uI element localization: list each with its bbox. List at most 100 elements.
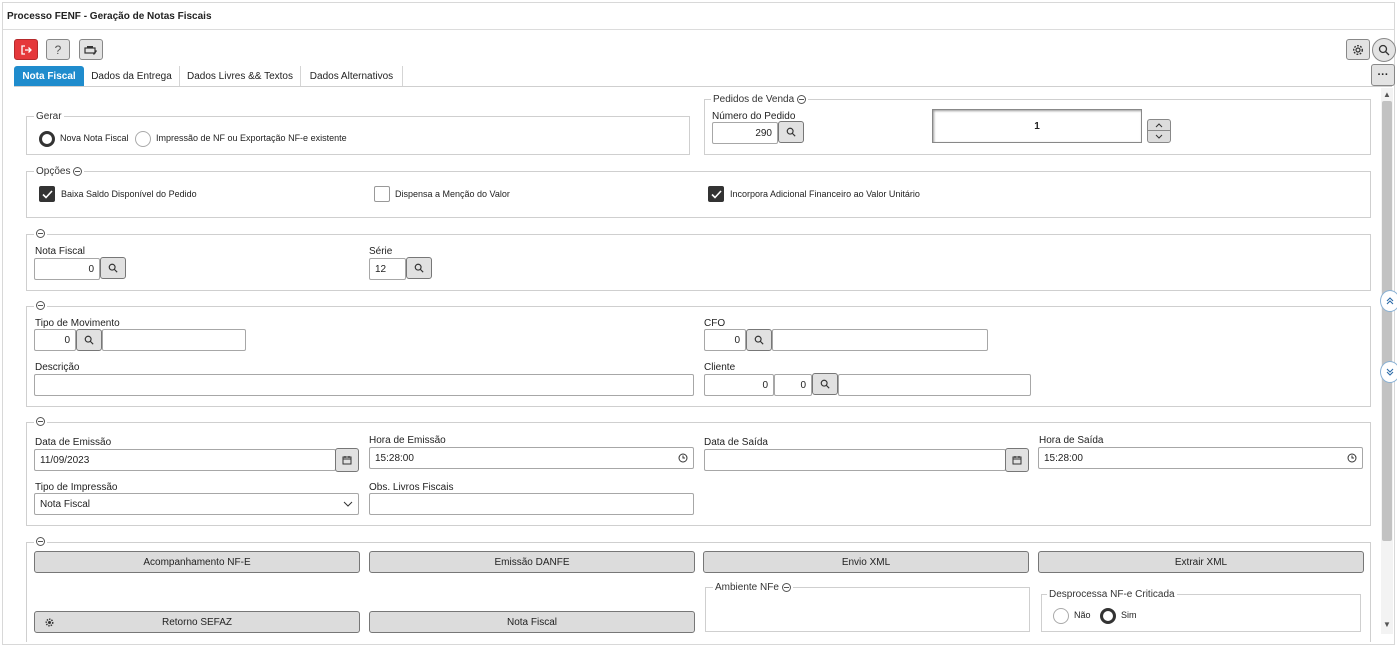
retorno-sefaz-button[interactable]: Retorno SEFAZ xyxy=(34,611,360,633)
hora-saida-input[interactable]: 15:28:00 xyxy=(1038,447,1363,469)
exit-button[interactable] xyxy=(14,39,38,60)
more-button[interactable]: ··· xyxy=(1371,64,1395,86)
pedidos-count-field[interactable]: 1 xyxy=(932,109,1142,143)
serie-input[interactable]: 12 xyxy=(369,258,406,280)
radio-desprocessa-nao[interactable] xyxy=(1053,608,1069,624)
collapse-acoes-icon[interactable] xyxy=(36,537,45,546)
settings-button[interactable] xyxy=(1346,39,1370,60)
tipo-movimento-search-button[interactable] xyxy=(76,329,102,351)
pedidos-spinner[interactable] xyxy=(1147,119,1171,143)
hora-emissao-label: Hora de Emissão xyxy=(369,435,446,446)
tipo-impressao-value: Nota Fiscal xyxy=(40,498,91,510)
pedidos-legend-text: Pedidos de Venda xyxy=(713,94,795,105)
obs-livros-label: Obs. Livros Fiscais xyxy=(369,482,454,493)
collapse-datas-icon[interactable] xyxy=(36,417,45,426)
chevron-down-icon xyxy=(1155,134,1163,139)
calendar-icon xyxy=(342,456,352,465)
hora-saida-label: Hora de Saída xyxy=(1039,435,1104,446)
cliente-code-input[interactable]: 0 xyxy=(704,374,774,396)
clock-icon xyxy=(678,453,688,463)
obs-livros-input[interactable] xyxy=(369,493,694,515)
scroll-down-icon[interactable]: ▼ xyxy=(1383,620,1391,629)
tipo-movimento-description[interactable] xyxy=(102,329,246,351)
numero-pedido-search-button[interactable] xyxy=(778,121,804,143)
cliente-search-button[interactable] xyxy=(812,373,838,395)
checkbox-incorpora-adicional[interactable] xyxy=(708,186,724,202)
tipo-movimento-label: Tipo de Movimento xyxy=(35,318,120,329)
ambiente-legend-text: Ambiente NFe xyxy=(715,582,779,593)
pedidos-legend: Pedidos de Venda xyxy=(711,94,809,105)
double-chevron-up-icon xyxy=(1386,297,1394,305)
radio-nova-nota[interactable] xyxy=(39,131,55,147)
opcoes-legend-text: Opções xyxy=(36,166,71,177)
hora-emissao-input[interactable]: 15:28:00 xyxy=(369,447,694,469)
radio-desprocessa-sim[interactable] xyxy=(1100,608,1116,624)
opcoes-legend: Opções xyxy=(34,166,85,177)
chevron-down-icon xyxy=(343,501,353,507)
data-saida-calendar-button[interactable] xyxy=(1005,448,1029,472)
tab-dados-entrega[interactable]: Dados da Entrega xyxy=(84,66,180,87)
collapse-ambiente-icon[interactable] xyxy=(781,583,791,592)
help-button[interactable]: ? xyxy=(46,39,70,60)
scroll-up-icon[interactable]: ▲ xyxy=(1383,90,1391,99)
descricao-input[interactable] xyxy=(34,374,694,396)
print-button[interactable] xyxy=(79,39,103,60)
radio-desprocessa-nao-label: Não xyxy=(1074,610,1091,620)
nota-legend xyxy=(34,229,47,238)
collapse-nota-icon[interactable] xyxy=(36,229,45,238)
radio-impressao-nf[interactable] xyxy=(135,131,151,147)
search-icon xyxy=(84,335,94,345)
data-emissao-input[interactable]: 11/09/2023 xyxy=(34,449,336,471)
gerar-legend: Gerar xyxy=(34,111,64,122)
search-icon xyxy=(1378,44,1390,56)
collapse-movimento-icon[interactable] xyxy=(36,301,45,310)
spinner-up-button[interactable] xyxy=(1148,120,1170,131)
descricao-label: Descrição xyxy=(35,362,80,373)
tipo-movimento-input[interactable]: 0 xyxy=(34,329,76,351)
checkbox-incorpora-adicional-label: Incorpora Adicional Financeiro ao Valor … xyxy=(730,189,920,199)
nota-fiscal-input[interactable]: 0 xyxy=(34,258,100,280)
scrollbar-thumb[interactable] xyxy=(1382,101,1392,541)
acompanhamento-nfe-button[interactable]: Acompanhamento NF-E xyxy=(34,551,360,573)
extrair-xml-button[interactable]: Extrair XML xyxy=(1038,551,1364,573)
clock-icon xyxy=(1347,453,1357,463)
checkbox-dispensa-valor[interactable] xyxy=(374,186,390,202)
scroll-top-button[interactable] xyxy=(1380,290,1397,312)
search-icon xyxy=(820,379,830,389)
hora-saida-value: 15:28:00 xyxy=(1044,452,1083,464)
cliente-name[interactable] xyxy=(838,374,1031,396)
emissao-danfe-button[interactable]: Emissão DANFE xyxy=(369,551,695,573)
collapse-pedidos-icon[interactable] xyxy=(797,95,807,104)
radio-impressao-nf-label: Impressão de NF ou Exportação NF-e exist… xyxy=(156,133,347,143)
cfo-search-button[interactable] xyxy=(746,329,772,351)
tab-nota-fiscal[interactable]: Nota Fiscal xyxy=(14,66,84,87)
data-emissao-calendar-button[interactable] xyxy=(335,448,359,472)
scroll-bottom-button[interactable] xyxy=(1380,361,1397,383)
serie-search-button[interactable] xyxy=(406,257,432,279)
cfo-input[interactable]: 0 xyxy=(704,329,746,351)
tab-dados-alternativos[interactable]: Dados Alternativos xyxy=(301,66,403,87)
hora-emissao-value: 15:28:00 xyxy=(375,452,414,464)
double-chevron-down-icon xyxy=(1386,368,1394,376)
envio-xml-button[interactable]: Envio XML xyxy=(703,551,1029,573)
datas-legend xyxy=(34,417,47,426)
opcoes-group xyxy=(26,171,1371,218)
checkbox-baixa-saldo[interactable] xyxy=(39,186,55,202)
search-icon xyxy=(414,263,424,273)
data-saida-input[interactable] xyxy=(704,449,1006,471)
tab-dados-livres[interactable]: Dados Livres && Textos xyxy=(180,66,301,87)
checkmark-icon xyxy=(41,189,53,199)
search-button[interactable] xyxy=(1372,38,1396,62)
tipo-impressao-label: Tipo de Impressão xyxy=(35,482,118,493)
cliente-branch-input[interactable]: 0 xyxy=(774,374,812,396)
tipo-impressao-select[interactable]: Nota Fiscal xyxy=(34,493,359,515)
nota-fiscal-button[interactable]: Nota Fiscal xyxy=(369,611,695,633)
spinner-down-button[interactable] xyxy=(1148,131,1170,142)
gear-icon xyxy=(1352,44,1364,55)
cfo-description[interactable] xyxy=(772,329,988,351)
numero-pedido-input[interactable]: 290 xyxy=(712,122,778,144)
gerar-legend-text: Gerar xyxy=(36,111,62,122)
movimento-legend xyxy=(34,301,47,310)
collapse-opcoes-icon[interactable] xyxy=(73,167,83,176)
nota-fiscal-search-button[interactable] xyxy=(100,257,126,279)
